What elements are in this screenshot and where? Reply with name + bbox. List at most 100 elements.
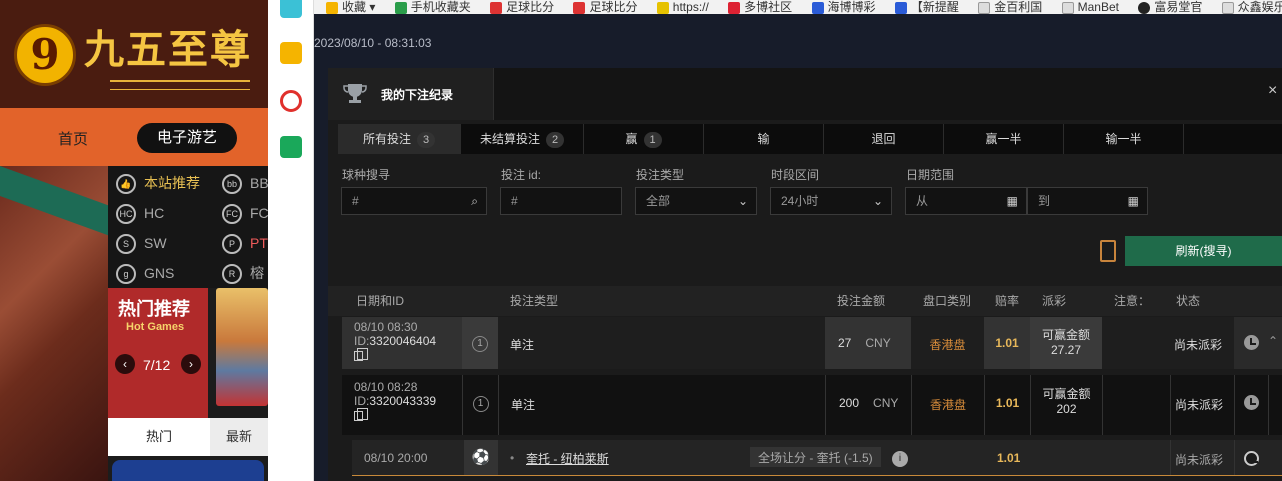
tab-count-badge: 3 [417,132,435,148]
chevron-down-icon: ⌄ [872,194,883,208]
input-placeholder: 到 [1038,194,1051,208]
chevron-left-icon[interactable]: ‹ [115,354,135,374]
tab-latest[interactable]: 最新 [210,418,268,456]
row-index: 1 [462,317,498,369]
provider-bb[interactable]: bb BB [222,174,268,195]
tab-count-badge: 1 [643,132,662,148]
row-spacer [1268,375,1282,435]
bookmark-item[interactable]: ManBet [1061,0,1119,14]
search-icon[interactable]: ⌕ [471,188,478,214]
expand-chevron-icon[interactable]: ⌃ [1268,317,1282,369]
bet-selection-row[interactable]: 08/10 20:00 ⚽ • 奎托 - 纽柏莱斯 全场让分 - 奎托 (-1.… [352,440,1282,476]
page-icon [1221,1,1234,14]
tab-hot[interactable]: 热门 [108,418,210,456]
sport-search-label: 球种搜寻 [342,168,391,182]
bookmark-item[interactable]: 手机收藏夹 [394,0,471,14]
refresh-search-button[interactable]: 刷新(搜寻) [1125,236,1282,266]
calendar-icon[interactable]: ▦ [1128,188,1139,214]
game-thumbnail[interactable] [112,460,264,481]
tab-half-won[interactable]: 赢一半 [944,124,1064,154]
tab-refunded[interactable]: 退回 [824,124,944,154]
date-from-input[interactable]: 从 ▦ [905,187,1027,215]
star-icon[interactable] [280,42,302,64]
provider-recommended[interactable]: 👍 本站推荐 [116,174,200,195]
tab-all-bets[interactable]: 所有投注 3 [338,124,461,154]
tab-label: 输 [757,132,770,146]
provider-sw[interactable]: S SW [116,234,167,255]
nav-games-link[interactable]: 电子游艺 [137,123,237,153]
bookmark-label: 收藏 [342,0,367,14]
site-logo-text[interactable]: 九五至尊 [84,26,252,74]
selection-market: 全场让分 - 奎托 (-1.5) [750,447,881,467]
provider-fc[interactable]: FC FC [222,204,268,225]
provider-label: FC [250,205,268,221]
table-row[interactable]: 08/10 08:30 ID:3320046404 1 单注 27 CNY 香港盘… [342,317,1282,369]
tab-lost[interactable]: 输 [704,124,824,154]
bookmark-item[interactable]: 收藏 ▾ [326,0,375,14]
puzzle-icon[interactable] [280,0,302,18]
bookmark-item[interactable]: 众鑫娱乐 [1221,0,1282,14]
info-icon[interactable]: i [892,440,908,475]
provider-pt[interactable]: P PT [222,234,268,255]
payout-label: 可赢金额 [1042,387,1091,401]
logo-ornament [110,80,250,90]
row-index: 1 [462,375,498,435]
nav-home-link[interactable]: 首页 [58,128,88,149]
thumbs-up-icon: 👍 [116,174,136,195]
row-id-prefix: ID: [354,334,370,348]
bet-count-icon: 1 [472,396,489,412]
bookmark-item[interactable]: 足球比分 [490,0,554,14]
bet-type-select[interactable]: 全部 ⌄ [635,187,757,215]
row-clock[interactable] [1234,375,1268,435]
game-thumbnail[interactable] [216,288,268,406]
bookmark-item[interactable]: 富易堂官 [1138,0,1202,14]
row-id-prefix: ID: [354,394,370,408]
row-date: 08/10 08:28 [354,380,418,394]
bookmark-item[interactable]: 多博社区 [728,0,792,14]
bet-id-input[interactable]: # [500,187,622,215]
bookmark-label: 【新提醒 [910,0,959,14]
tab-half-lost[interactable]: 输一半 [1064,124,1184,154]
selection-clock[interactable] [1234,440,1268,475]
modal-title: 我的下注纪录 [381,88,454,102]
select-value: 24小时 [781,194,819,208]
row-clock[interactable] [1234,317,1268,369]
phone-icon [394,1,407,14]
bookmark-item[interactable]: 海博博彩 [811,0,876,14]
calendar-icon[interactable]: ▦ [1007,188,1018,214]
provider-ron[interactable]: R榕 [222,264,264,285]
site-favicon-icon [811,1,824,14]
chevron-right-icon[interactable]: › [181,354,201,374]
copy-icon[interactable] [354,347,368,361]
provider-gns[interactable]: g GNS [116,264,174,285]
sport-search-input[interactable]: # ⌕ [341,187,487,215]
close-icon[interactable]: × [1268,82,1277,100]
site-favicon-icon [656,1,669,14]
browser-side-dock [268,0,314,481]
row-status: 尚未派彩 [1170,375,1234,435]
row-amount: 27 CNY [825,317,911,369]
copy-icon[interactable] [354,407,368,421]
clock-icon [1244,395,1259,410]
site-nav: 首页 电子游艺 [0,108,268,166]
bookmark-item[interactable]: 足球比分 [573,0,637,14]
hot-games-title: 热门推荐 [118,299,190,319]
bookmark-item[interactable]: https:// [656,0,709,14]
bookmark-item[interactable]: 金百利国 [978,0,1042,14]
time-range-select[interactable]: 24小时 ⌄ [770,187,892,215]
tab-label: 所有投注 [362,132,411,146]
provider-hc[interactable]: HC HC [116,204,164,225]
clipboard-icon[interactable] [1100,240,1116,262]
date-to-input[interactable]: 到 ▦ [1027,187,1148,215]
page-icon [1061,1,1074,14]
match-link[interactable]: 奎托 - 纽柏莱斯 [526,440,609,475]
site-logo-icon[interactable]: 9 [14,24,76,86]
row-id: 3320043339 [369,394,437,408]
bookmark-item[interactable]: 【新提醒 [894,0,959,14]
mail-icon[interactable] [280,136,302,158]
table-row[interactable]: 08/10 08:28 ID:3320043339 1 单注 200 CNY 香港… [342,375,1282,435]
tab-won[interactable]: 赢1 [584,124,704,154]
tab-unsettled-bets[interactable]: 未结算投注 2 [461,124,584,154]
soccer-ball-icon: ⚽ [464,440,498,475]
weibo-icon[interactable] [280,90,302,112]
